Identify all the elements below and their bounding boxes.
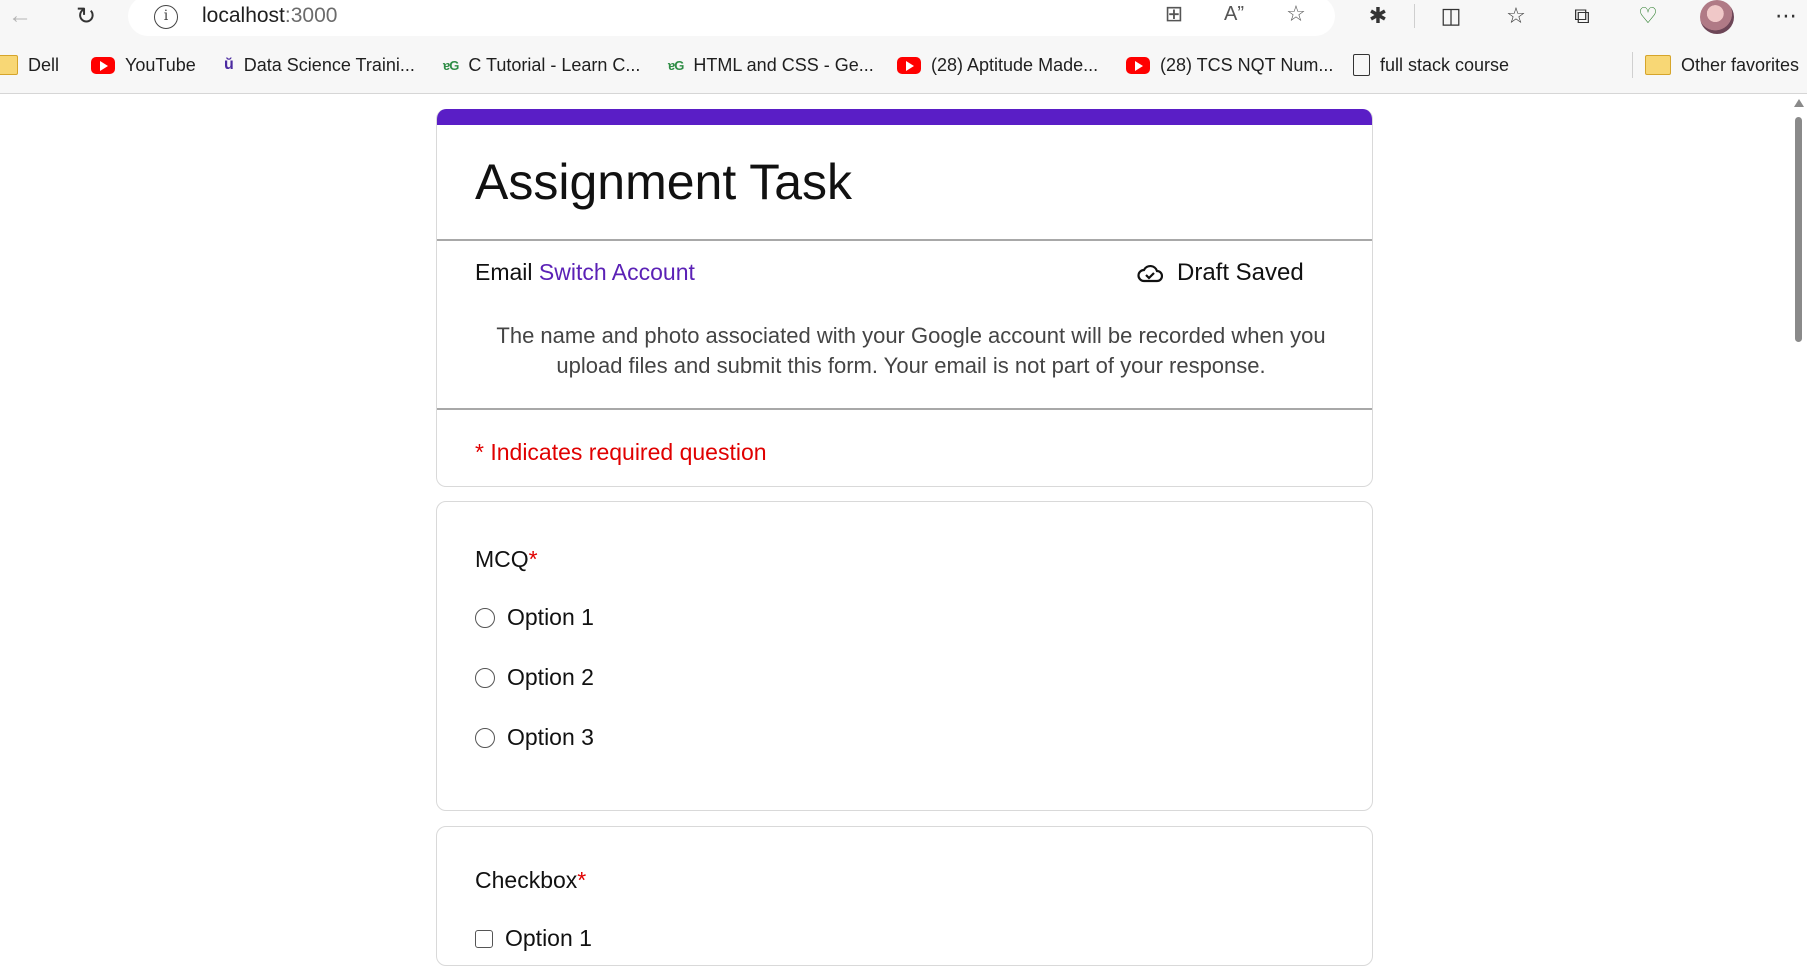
bookmark-tcs-nqt[interactable]: (28) TCS NQT Num... (1126, 46, 1333, 84)
page-scrollbar[interactable] (1790, 95, 1807, 940)
radio-option[interactable]: Option 1 (475, 604, 594, 631)
refresh-icon[interactable]: ↻ (68, 0, 104, 32)
radio-option[interactable]: Option 2 (475, 664, 594, 691)
back-arrow-icon[interactable]: ← (2, 0, 38, 32)
form-title: Assignment Task (475, 154, 853, 210)
bookmark-other-favorites[interactable]: Other favorites (1645, 46, 1799, 84)
scroll-up-icon[interactable] (1794, 99, 1804, 107)
extensions-icon[interactable]: ✱ (1358, 0, 1398, 32)
header-divider (437, 239, 1372, 241)
option-label: Option 2 (507, 664, 594, 690)
favorites-icon[interactable]: ☆ (1496, 0, 1536, 32)
option-label: Option 1 (505, 925, 592, 951)
bookmark-aptitude[interactable]: (28) Aptitude Made... (897, 46, 1098, 84)
bookmarks-bar: Dell YouTube ŭ Data Science Traini... ɐG C… (0, 46, 1807, 84)
cloud-check-icon (1137, 264, 1163, 283)
draft-status-label: Draft Saved (1177, 259, 1304, 286)
required-star: * (577, 867, 587, 893)
notice-divider (437, 408, 1372, 410)
more-menu-icon[interactable]: ⋯ (1766, 0, 1806, 32)
profile-avatar[interactable] (1700, 0, 1734, 34)
option-label: Option 3 (507, 724, 594, 750)
browser-toolbar: ← ↻ i localhost:3000 ⊞ A” ☆ ✱ ◫ ☆ ⧉ ♡ ⋯ (0, 0, 1807, 36)
youtube-icon (1126, 56, 1150, 74)
checkbox-option[interactable]: Option 1 (475, 925, 592, 952)
browser-chrome: ← ↻ i localhost:3000 ⊞ A” ☆ ✱ ◫ ☆ ⧉ ♡ ⋯ … (0, 0, 1807, 94)
question-card-checkbox: Checkbox* Option 1 (436, 826, 1373, 966)
option-label: Option 1 (507, 604, 594, 630)
email-label: Email (475, 259, 533, 285)
bookmark-c-tutorial[interactable]: ɐG C Tutorial - Learn C... (443, 46, 640, 84)
scrollbar-thumb[interactable] (1795, 117, 1802, 342)
collections-icon[interactable]: ⧉ (1562, 0, 1602, 32)
radio-button[interactable] (475, 607, 495, 628)
split-screen-icon[interactable]: ◫ (1431, 0, 1471, 32)
browser-essentials-icon[interactable]: ♡ (1628, 0, 1668, 32)
bookmarks-divider (1632, 52, 1633, 78)
checkbox[interactable] (475, 929, 493, 948)
bookmark-full-stack[interactable]: full stack course (1353, 46, 1509, 84)
favorite-star-icon[interactable]: ☆ (1280, 0, 1312, 29)
upgrad-icon: ŭ (224, 56, 234, 73)
header-accent-bar (437, 109, 1372, 125)
folder-icon (1645, 55, 1671, 75)
folder-icon (0, 55, 18, 75)
bookmark-data-science[interactable]: ŭ Data Science Traini... (224, 46, 415, 84)
question-card-mcq: MCQ* Option 1 Option 2 Option 3 (436, 501, 1373, 811)
gfg-icon: ɐG (668, 57, 684, 73)
url-text: localhost:3000 (202, 4, 338, 27)
email-row: Email Switch Account (475, 259, 695, 286)
radio-option[interactable]: Option 3 (475, 724, 594, 751)
apps-icon[interactable]: ⊞ (1158, 0, 1190, 29)
bookmark-dell[interactable]: Dell (0, 46, 59, 84)
youtube-icon (897, 56, 921, 74)
site-info-icon[interactable]: i (154, 5, 178, 29)
draft-status: Draft Saved (1137, 259, 1304, 287)
required-star: * (528, 546, 538, 572)
switch-account-link[interactable]: Switch Account (539, 259, 695, 285)
account-notice: The name and photo associated with your … (496, 323, 1326, 378)
gfg-icon: ɐG (443, 57, 459, 73)
document-icon (1353, 54, 1370, 76)
radio-button[interactable] (475, 727, 495, 748)
question-title: Checkbox* (475, 867, 587, 893)
radio-button[interactable] (475, 667, 495, 688)
required-note: * Indicates required question (475, 439, 767, 465)
read-aloud-icon[interactable]: A” (1218, 0, 1250, 29)
bookmark-youtube[interactable]: YouTube (91, 46, 196, 84)
bookmark-html-css[interactable]: ɐG HTML and CSS - Ge... (668, 46, 874, 84)
form-header-card: Assignment Task Email Switch Account Dra… (436, 109, 1373, 487)
address-bar[interactable]: i localhost:3000 ⊞ A” ☆ (128, 0, 1335, 36)
toolbar-divider (1414, 4, 1415, 28)
question-title: MCQ* (475, 546, 538, 572)
youtube-icon (91, 56, 115, 74)
